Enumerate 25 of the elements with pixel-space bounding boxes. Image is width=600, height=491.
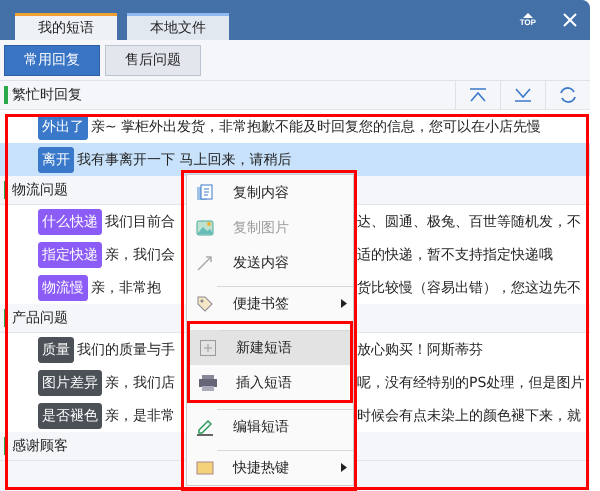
- group-title: 繁忙时回复: [12, 86, 82, 104]
- phrase-text: 达、圆通、极兔、百世等随机发，不: [357, 212, 581, 230]
- phrase-tag: 指定快递: [38, 242, 102, 268]
- phrase-tag: 是否褪色: [38, 402, 102, 428]
- phrase-tag: 图片差异: [38, 370, 102, 396]
- phrase-tag: 物流慢: [38, 274, 88, 300]
- group-title: 物流问题: [12, 181, 68, 199]
- phrase-text: 呢，没有经特别的PS处理，但是图片: [357, 374, 584, 392]
- phrase-text: 亲~ 掌柜外出发货，非常抱歉不能及时回复您的信息，您可以在小店先慢: [91, 118, 542, 136]
- phrase-text: 亲，我们店: [105, 374, 175, 392]
- phrase-text: 放心购买！阿斯蒂芬: [357, 340, 483, 358]
- group-title: 产品问题: [12, 309, 68, 327]
- phrase-text: 亲，是非常: [105, 406, 175, 424]
- phrase-text: 我们的质量与手: [77, 340, 175, 358]
- phrase-text: 适的快递，暂不支持指定快递哦: [357, 246, 553, 264]
- phrase-text: 我有事离开一下 马上回来，请稍后: [77, 150, 292, 168]
- phrase-text: 亲，我们会: [105, 246, 175, 264]
- phrase-tag: 离开: [38, 146, 74, 172]
- phrase-text: 时候会有点未染上的颜色褪下来，就: [357, 406, 581, 424]
- phrase-tag: 质量: [38, 336, 74, 362]
- phrase-tag: 什么快递: [38, 208, 102, 234]
- phrase-text: 货比较慢（容易出错），您这边先不: [357, 278, 581, 296]
- group-title: 感谢顾客: [12, 437, 68, 455]
- phrase-text: 我们目前合: [105, 212, 175, 230]
- phrase-text: 亲，非常抱: [91, 278, 161, 296]
